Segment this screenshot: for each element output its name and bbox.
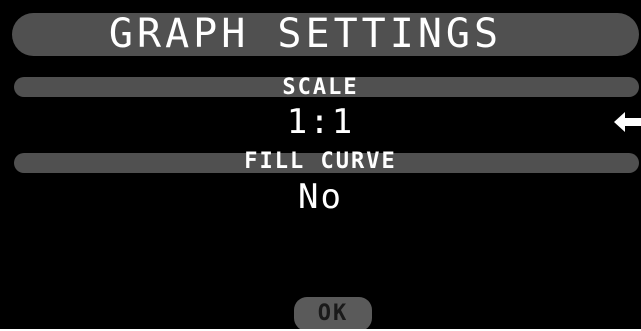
ok-button[interactable]: OK <box>294 297 372 329</box>
setting-label-fill-curve: FILL CURVE <box>244 149 397 174</box>
arrow-left-icon <box>614 112 641 132</box>
setting-value-scale[interactable]: 1:1 <box>0 103 641 141</box>
graph-settings-screen: GRAPH SETTINGS SCALE 1:1 FILL CURVE No O… <box>0 0 641 329</box>
setting-label-scale: SCALE <box>282 75 359 100</box>
title-bar: GRAPH SETTINGS <box>12 13 639 56</box>
page-title: GRAPH SETTINGS <box>108 11 503 57</box>
setting-value-fill-curve[interactable]: No <box>0 178 641 216</box>
